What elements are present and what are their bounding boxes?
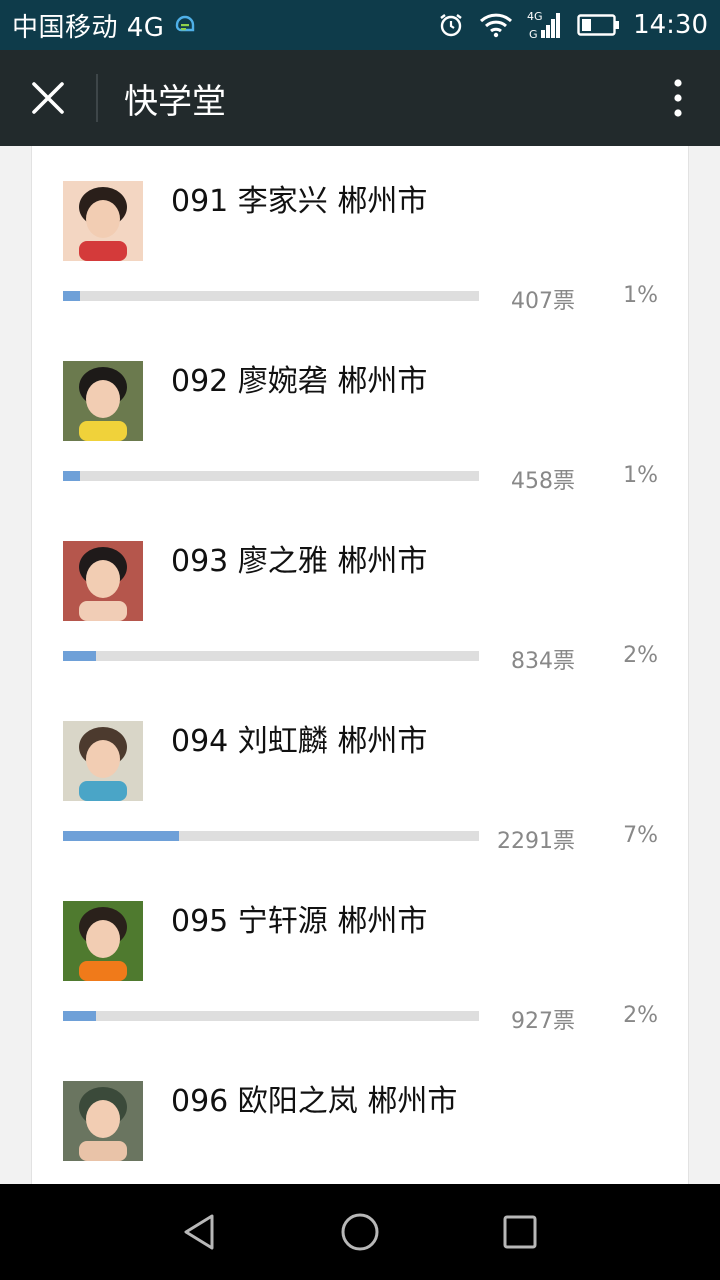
list-item[interactable]: 094 刘虹麟 郴州市 2291票 7% (32, 686, 688, 866)
list-item[interactable]: 095 宁轩源 郴州市 927票 2% (32, 866, 688, 1046)
wifi-icon (479, 12, 513, 38)
avatar[interactable] (63, 721, 143, 801)
vote-progress-fill (63, 651, 96, 661)
clock-label: 14:30 (633, 10, 708, 40)
system-nav-bar (0, 1184, 720, 1280)
avatar[interactable] (63, 361, 143, 441)
home-nav-button[interactable] (320, 1192, 400, 1272)
vote-progress-bar (63, 831, 479, 841)
app-bar: 快学堂 (0, 50, 720, 146)
signal-icon: 4G G (527, 8, 563, 42)
avatar[interactable] (63, 1081, 143, 1161)
vote-count: 927票 (511, 1009, 575, 1034)
vote-progress-fill (63, 291, 80, 301)
recents-square-icon (503, 1215, 537, 1249)
candidate-name: 091 李家兴 郴州市 (171, 184, 428, 219)
vote-percent: 2% (623, 1003, 658, 1028)
vote-count: 407票 (511, 289, 575, 314)
page-title: 快学堂 (124, 81, 226, 122)
candidate-name: 096 欧阳之岚 郴州市 (171, 1084, 458, 1119)
vote-percent: 1% (623, 463, 658, 488)
candidate-name: 095 宁轩源 郴州市 (171, 904, 428, 939)
appbar-divider (96, 74, 98, 122)
list-item[interactable]: 096 欧阳之岚 郴州市 (32, 1046, 688, 1184)
vote-count: 834票 (511, 649, 575, 674)
close-button[interactable] (0, 50, 96, 146)
carrier-label: 中国移动 4G (12, 12, 165, 43)
list-item[interactable]: 091 李家兴 郴州市 407票 1% (32, 146, 688, 326)
svg-text:G: G (529, 28, 538, 41)
avatar[interactable] (63, 181, 143, 261)
vote-percent: 1% (623, 283, 658, 308)
vote-progress-bar (63, 1011, 479, 1021)
alarm-icon (437, 11, 465, 39)
list-item[interactable]: 093 廖之雅 郴州市 834票 2% (32, 506, 688, 686)
home-circle-icon (341, 1213, 379, 1251)
candidate-name: 092 廖婉砻 郴州市 (171, 364, 428, 399)
vote-list-container[interactable]: 091 李家兴 郴州市 407票 1% 092 廖婉砻 郴州市 458票 1% 093 廖之… (0, 146, 720, 1184)
back-nav-button[interactable] (160, 1192, 240, 1272)
vote-progress-bar (63, 291, 479, 301)
avatar[interactable] (63, 541, 143, 621)
vote-percent: 7% (623, 823, 658, 848)
vote-count: 2291票 (497, 829, 575, 854)
vote-percent: 2% (623, 643, 658, 668)
svg-text:4G: 4G (527, 10, 543, 23)
vote-list-card: 091 李家兴 郴州市 407票 1% 092 廖婉砻 郴州市 458票 1% 093 廖之… (31, 146, 689, 1184)
back-triangle-icon (184, 1214, 214, 1250)
vote-progress-bar (63, 651, 479, 661)
vote-count: 458票 (511, 469, 575, 494)
candidate-name: 093 廖之雅 郴州市 (171, 544, 428, 579)
more-vertical-icon (674, 79, 682, 117)
vote-progress-bar (63, 471, 479, 481)
chat-notification-icon (172, 12, 198, 38)
avatar[interactable] (63, 901, 143, 981)
battery-icon (577, 12, 621, 38)
status-bar: 中国移动 4G 4G G 14:30 (0, 0, 720, 50)
list-item[interactable]: 092 廖婉砻 郴州市 458票 1% (32, 326, 688, 506)
vote-progress-fill (63, 471, 80, 481)
candidate-name: 094 刘虹麟 郴州市 (171, 724, 428, 759)
more-menu-button[interactable] (636, 50, 720, 146)
vote-progress-fill (63, 1011, 96, 1021)
recents-nav-button[interactable] (480, 1192, 560, 1272)
close-icon (32, 82, 64, 114)
vote-progress-fill (63, 831, 179, 841)
